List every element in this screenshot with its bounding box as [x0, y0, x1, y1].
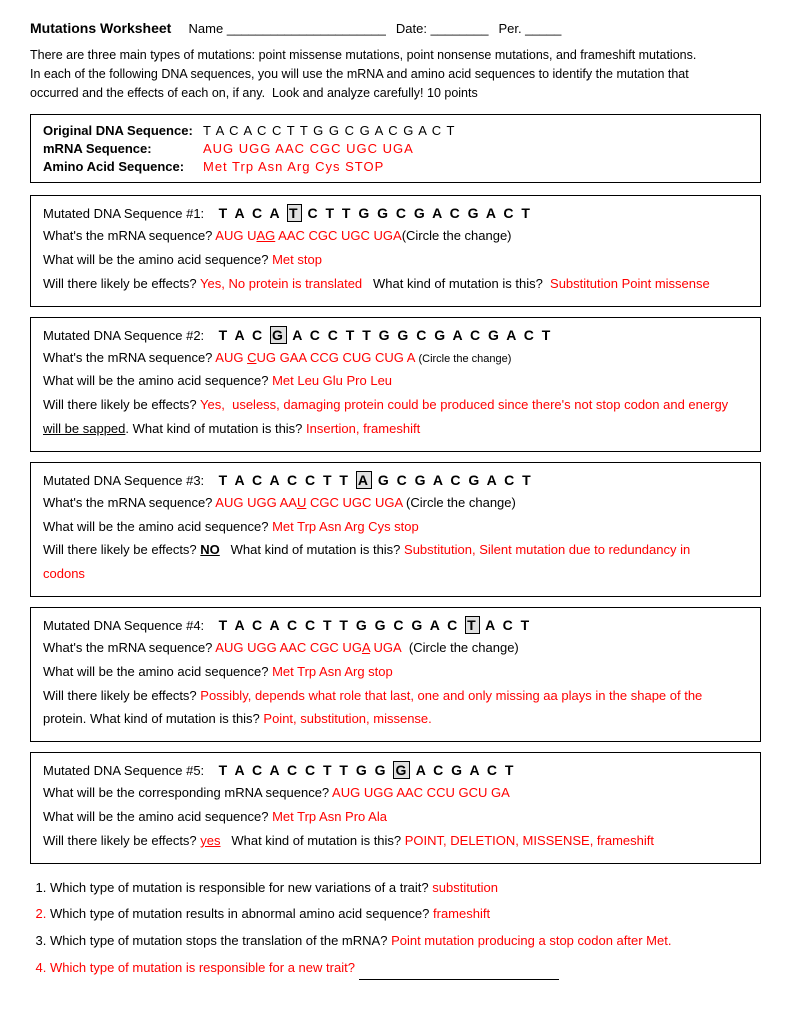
- mutation-1-label: Mutated DNA Sequence #1:: [43, 206, 215, 221]
- mutation-1-q3: Will there likely be effects? Yes, No pr…: [43, 274, 748, 295]
- mutation-2-label: Mutated DNA Sequence #2:: [43, 328, 215, 343]
- answer-3: Point mutation producing a stop codon af…: [391, 933, 671, 948]
- mutation-3-label: Mutated DNA Sequence #3:: [43, 473, 215, 488]
- mutation-box-1: Mutated DNA Sequence #1: T A C A T C T T…: [30, 195, 761, 306]
- review-questions: Which type of mutation is responsible fo…: [30, 878, 761, 980]
- mutation-2-q3-line1: Will there likely be effects? Yes, usele…: [43, 395, 748, 416]
- mutation-5-q2: What will be the amino acid sequence? Me…: [43, 807, 748, 828]
- mutation-5-dna: T A C A C C T T G G G A C G A C T: [219, 762, 516, 778]
- question-3: Which type of mutation stops the transla…: [50, 931, 761, 952]
- mutation-3-q2: What will be the amino acid sequence? Me…: [43, 517, 748, 538]
- orig-dna-value: T A C A C C T T G G C G A C G A C T: [203, 123, 455, 138]
- question-4: Which type of mutation is responsible fo…: [50, 958, 761, 980]
- mutation-1-dna: T A C A T C T T G G C G A C G A C T: [219, 205, 532, 221]
- mutation-box-3: Mutated DNA Sequence #3: T A C A C C T T…: [30, 462, 761, 597]
- orig-mrna-value: AUG UGG AAC CGC UGC UGA: [203, 141, 414, 156]
- question-1: Which type of mutation is responsible fo…: [50, 878, 761, 899]
- mutation-5-label: Mutated DNA Sequence #5:: [43, 763, 215, 778]
- answer-1: substitution: [432, 880, 498, 895]
- mutation-4-q2: What will be the amino acid sequence? Me…: [43, 662, 748, 683]
- answer-4-blank: [359, 958, 559, 980]
- orig-amino-value: Met Trp Asn Arg Cys STOP: [203, 159, 384, 174]
- question-2: Which type of mutation results in abnorm…: [50, 904, 761, 925]
- mutation-3-dna: T A C A C C T T A G C G A C G A C T: [219, 472, 533, 488]
- mutation-1-q2: What will be the amino acid sequence? Me…: [43, 250, 748, 271]
- worksheet-title: Mutations Worksheet: [30, 20, 171, 36]
- orig-dna-label: Original DNA Sequence:: [43, 123, 203, 138]
- intro-text: There are three main types of mutations:…: [30, 46, 761, 102]
- mutation-4-q3-line1: Will there likely be effects? Possibly, …: [43, 686, 748, 707]
- answer-2: frameshift: [433, 906, 490, 921]
- mutation-1-q1: What's the mRNA sequence? AUG UAG AAC CG…: [43, 226, 748, 247]
- mutation-3-q1: What's the mRNA sequence? AUG UGG AAU CG…: [43, 493, 748, 514]
- mutation-3-q3-line1: Will there likely be effects? NO What ki…: [43, 540, 748, 561]
- mutation-box-2: Mutated DNA Sequence #2: T A C G A C C T…: [30, 317, 761, 452]
- mutation-4-dna: T A C A C C T T G G C G A C T A C T: [219, 617, 532, 633]
- mutation-2-q2: What will be the amino acid sequence? Me…: [43, 371, 748, 392]
- mutation-2-q3-line2: will be sapped. What kind of mutation is…: [43, 419, 748, 440]
- mutation-4-label: Mutated DNA Sequence #4:: [43, 618, 215, 633]
- date-label: Date: ________: [396, 21, 489, 36]
- mutation-4-q3-line2: protein. What kind of mutation is this? …: [43, 709, 748, 730]
- mutation-5-q3: Will there likely be effects? yes What k…: [43, 831, 748, 852]
- mutation-5-q1: What will be the corresponding mRNA sequ…: [43, 783, 748, 804]
- mutation-box-4: Mutated DNA Sequence #4: T A C A C C T T…: [30, 607, 761, 742]
- orig-mrna-label: mRNA Sequence:: [43, 141, 203, 156]
- mutation-2-q1: What's the mRNA sequence? AUG CUG GAA CC…: [43, 348, 748, 369]
- mutation-box-5: Mutated DNA Sequence #5: T A C A C C T T…: [30, 752, 761, 863]
- name-label: Name ______________________: [181, 21, 386, 36]
- original-dna-box: Original DNA Sequence: T A C A C C T T G…: [30, 114, 761, 183]
- orig-amino-label: Amino Acid Sequence:: [43, 159, 203, 174]
- mutation-2-dna: T A C G A C C T T G G C G A C G A C T: [219, 327, 553, 343]
- per-label: Per. _____: [498, 21, 561, 36]
- mutation-4-q1: What's the mRNA sequence? AUG UGG AAC CG…: [43, 638, 748, 659]
- mutation-3-q3-line2: codons: [43, 564, 748, 585]
- page-header: Mutations Worksheet Name _______________…: [30, 20, 761, 36]
